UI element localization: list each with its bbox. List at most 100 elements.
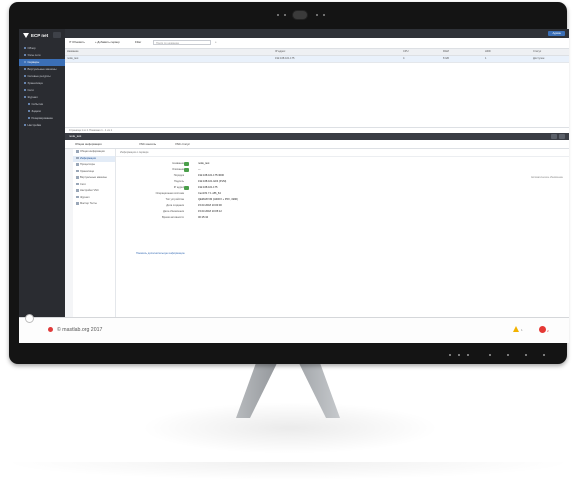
monitor-controls — [449, 354, 559, 362]
column-header[interactable]: RAM — [443, 49, 449, 55]
filter-button[interactable]: Filter — [135, 40, 141, 45]
tree-item[interactable]: Мастер Тесты — [73, 201, 115, 208]
sidebar-item-label: Задачи — [31, 109, 41, 113]
tree-item-label: Общая информация — [80, 150, 105, 153]
panel-tab[interactable]: Общая информация — [75, 141, 102, 147]
nav-icon — [24, 61, 26, 64]
alert-count: 2 — [547, 329, 549, 333]
edit-button[interactable] — [184, 168, 189, 172]
sidebar-item[interactable]: Задачи — [19, 108, 65, 115]
nav-icon — [28, 110, 30, 113]
panel-tab[interactable]: VNC статус — [175, 141, 190, 147]
add-server-button[interactable]: + Добавить сервер — [95, 40, 120, 45]
sidebar-item-label: Серверы — [27, 60, 40, 64]
site-url[interactable]: © mastlab.org 2017 — [57, 327, 102, 333]
refresh-button[interactable]: ⟳ Обновить — [69, 40, 85, 45]
sidebar-item-label: Хранилища — [27, 81, 43, 85]
column-header[interactable]: Название — [67, 49, 79, 55]
tree-item-icon — [76, 156, 79, 160]
sidebar-item[interactable]: Журнал — [19, 94, 65, 101]
sensor-dot — [316, 14, 318, 16]
sidebar-nav: Обзор Узлы сети Серверы Виртуальные машины С… — [19, 45, 65, 129]
monitor-button[interactable] — [525, 354, 527, 356]
sidebar-item[interactable]: Сетевые ресурсы — [19, 73, 65, 80]
sidebar-item[interactable]: Сети — [19, 87, 65, 94]
tree-item-label: Мастер Тесты — [80, 202, 97, 205]
monitor-button[interactable] — [489, 354, 491, 356]
sidebar-item[interactable]: События — [19, 101, 65, 108]
site-icon — [48, 327, 53, 332]
minimize-icon[interactable] — [551, 134, 557, 139]
auto-refresh-link[interactable]: Автоматическое обновление — [531, 176, 563, 179]
tree-item-icon — [76, 163, 79, 166]
tree-item-label: Информация — [80, 156, 96, 160]
sidebar-item[interactable]: Серверы — [19, 59, 65, 66]
tree-item-icon — [76, 189, 79, 192]
app-title: ECP net — [31, 33, 49, 38]
nav-icon — [24, 54, 26, 57]
panel-tab[interactable]: VNC консоль — [139, 141, 156, 147]
table-cell: node_test — [67, 57, 79, 60]
tree-item-icon — [76, 150, 79, 153]
property-label: Время активности — [162, 216, 184, 219]
sidebar-item-label: Сетевые ресурсы — [27, 74, 51, 78]
table-cell: Доступен — [533, 57, 545, 60]
home-icon[interactable] — [25, 314, 34, 323]
property-row: Время активности 00:15:34 — [136, 215, 256, 221]
sidebar: ECP net Обзор Узлы сети Серверы Виртуальные… — [19, 29, 65, 342]
nav-icon — [28, 117, 30, 120]
table-cell: 192.168.101.175 — [275, 57, 295, 60]
monitor-button[interactable] — [543, 354, 545, 356]
column-header[interactable]: Статус — [533, 49, 541, 55]
search-input[interactable]: Поиск по названию — [153, 40, 211, 45]
tree-item-label: Процессоры — [80, 163, 96, 166]
nav-icon — [28, 103, 30, 106]
sidebar-item-label: Узлы сети — [27, 53, 41, 57]
sidebar-item[interactable]: Виртуальные машины — [19, 66, 65, 73]
panel-title: node_test — [69, 134, 82, 138]
property-value: 00:15:34 — [198, 216, 209, 219]
search-icon[interactable]: ⌕ — [215, 40, 217, 45]
monitor-button[interactable] — [458, 354, 460, 356]
sidebar-item[interactable]: Настройки — [19, 122, 65, 129]
collapse-button[interactable] — [53, 32, 61, 38]
column-header[interactable]: CPU — [403, 49, 408, 55]
table-header: Название IP адрес CPU RAM HDD Статус — [65, 49, 569, 56]
sensor-dot — [277, 14, 279, 16]
alert-icon[interactable] — [539, 326, 546, 333]
column-header[interactable]: HDD — [485, 49, 491, 55]
sensor-dot — [323, 14, 325, 16]
detail-header-label: Информация о сервере — [120, 151, 149, 154]
column-header[interactable]: IP адрес — [275, 49, 285, 55]
monitor-button[interactable] — [467, 354, 469, 356]
refresh-label: Обновить — [72, 40, 85, 44]
monitor-button[interactable] — [449, 354, 451, 356]
sidebar-item[interactable]: Хранилища — [19, 80, 65, 87]
sensor-dot — [284, 14, 286, 16]
tree-item-label: Журнал — [80, 195, 90, 199]
edit-button[interactable] — [184, 162, 189, 166]
sidebar-item[interactable]: Обзор — [19, 45, 65, 52]
edit-button[interactable] — [184, 186, 189, 190]
stand-shadow — [140, 402, 440, 454]
sidebar-item-label: Резервирование — [31, 116, 53, 120]
warning-count: 1 — [521, 328, 523, 332]
warning-icon[interactable] — [513, 326, 519, 332]
sidebar-item[interactable]: Узлы сети — [19, 52, 65, 59]
nav-icon — [24, 47, 26, 50]
close-icon[interactable] — [559, 134, 565, 139]
more-info-link[interactable]: Показать дополнительную информацию — [136, 252, 185, 255]
monitor-button[interactable] — [507, 354, 509, 356]
table-row[interactable]: node_test 192.168.101.175 4 8 GB 1 Доступен — [65, 56, 569, 63]
screen: ECP net Обзор Узлы сети Серверы Виртуальные… — [19, 29, 569, 342]
tree-item-label: Виртуальные машины — [80, 176, 107, 179]
properties-list: Название node_test Описание — Порядок 192.168… — [136, 161, 256, 221]
table-cell: 4 — [403, 57, 405, 60]
sidebar-item-label: Сети — [27, 88, 34, 92]
add-server-label: Добавить сервер — [97, 40, 120, 44]
user-button[interactable]: Админ — [548, 31, 565, 36]
tree-item-icon — [76, 176, 79, 179]
sidebar-item-label: Виртуальные машины — [27, 67, 57, 71]
nav-icon — [24, 89, 26, 92]
sidebar-item[interactable]: Резервирование — [19, 115, 65, 122]
